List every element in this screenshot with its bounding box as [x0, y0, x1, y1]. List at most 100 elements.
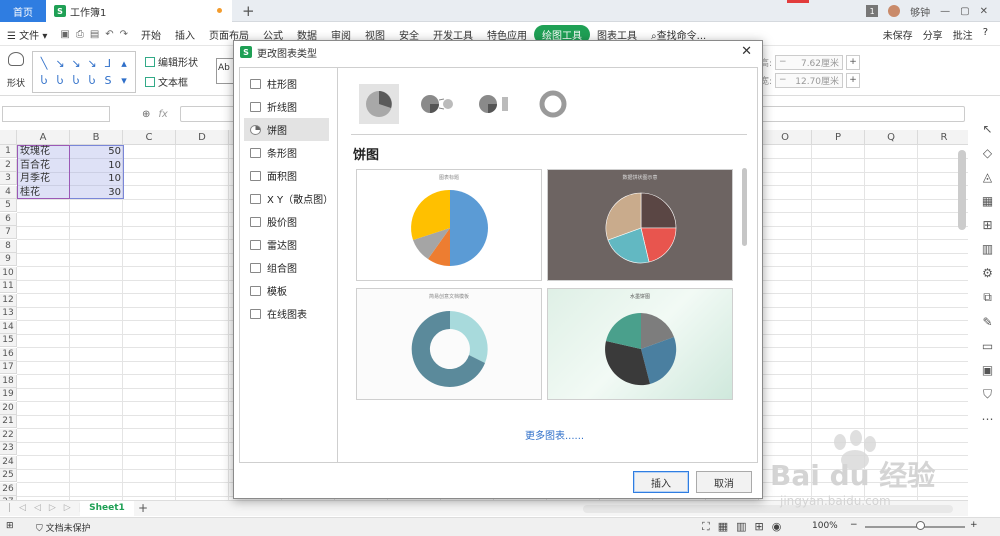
line-shape-icon[interactable]: ↘	[84, 55, 100, 72]
column-header[interactable]: A	[17, 130, 70, 145]
row-header[interactable]: 9	[0, 253, 17, 266]
pie-template-dark[interactable]: 数据饼状图示意	[547, 169, 733, 281]
unsaved-status[interactable]: 未保存	[883, 27, 913, 42]
chart-category-item[interactable]: 雷达图	[240, 233, 337, 256]
column-header[interactable]: P	[812, 130, 865, 145]
subtype-bar-of-pie[interactable]	[475, 84, 515, 124]
row-header[interactable]: 6	[0, 212, 17, 226]
cell-name[interactable]: 桂花	[18, 186, 70, 199]
edit-icon[interactable]: ✎	[982, 315, 992, 329]
zoom-in-button[interactable]: +	[970, 520, 978, 530]
row-header[interactable]: 16	[0, 347, 17, 361]
row-header[interactable]: 22	[0, 428, 17, 442]
line-shape-icon[interactable]: S	[100, 72, 116, 89]
chart-category-item[interactable]: 面积图	[240, 164, 337, 187]
user-name[interactable]: 够钟	[910, 4, 930, 19]
row-header[interactable]: 21	[0, 415, 17, 428]
line-shape-icon[interactable]: ▾	[116, 72, 132, 89]
hamburger-icon[interactable]: ☰ 文件 ▾	[0, 27, 54, 42]
width-plus-button[interactable]: +	[846, 72, 861, 88]
chart-category-item[interactable]: 组合图	[240, 256, 337, 279]
menu-start[interactable]: 开始	[134, 27, 168, 42]
cell-name[interactable]: 百合花	[18, 159, 70, 172]
preview-scrollbar[interactable]	[742, 168, 747, 246]
zoom-formula-icon[interactable]: ⊕	[142, 109, 150, 120]
normal-view-icon[interactable]: ▦	[718, 520, 728, 534]
edit-shape-button[interactable]: 编辑形状	[145, 54, 198, 69]
share-button[interactable]: 分享	[923, 27, 943, 42]
pie-template-basic[interactable]: 图表标题	[356, 169, 542, 281]
subtype-doughnut[interactable]	[533, 84, 573, 124]
row-header[interactable]: 20	[0, 401, 17, 415]
row-header[interactable]: 18	[0, 374, 17, 388]
more-icon[interactable]: ⋯	[982, 412, 994, 426]
preview-icon[interactable]: ▤	[90, 29, 99, 40]
table-panel-icon[interactable]: ▦	[982, 194, 993, 208]
copy-icon[interactable]: ⧉	[983, 290, 992, 305]
fullscreen-icon[interactable]: ⛶	[702, 520, 710, 534]
grid-panel-icon[interactable]: ⊞	[982, 218, 992, 232]
insert-button[interactable]: 插入	[633, 471, 689, 493]
chart-category-item[interactable]: 折线图	[240, 95, 337, 118]
row-header[interactable]: 3	[0, 172, 17, 185]
select-all-corner[interactable]	[0, 130, 17, 145]
shape-panel-icon[interactable]: ◇	[983, 146, 992, 160]
chart-category-item[interactable]: 在线图表	[240, 302, 337, 325]
row-header[interactable]: 5	[0, 199, 17, 212]
chart-category-item[interactable]: 柱形图	[240, 72, 337, 95]
row-header[interactable]: 25	[0, 469, 17, 482]
sheet-tab[interactable]: Sheet1	[80, 501, 134, 517]
vertical-scrollbar[interactable]	[958, 150, 966, 230]
width-value[interactable]: 12.70厘米	[795, 74, 839, 87]
zoom-out-button[interactable]: −	[850, 520, 858, 530]
doughnut-template[interactable]: 简易创意文档模板	[356, 288, 542, 400]
image-icon[interactable]: ▣	[982, 363, 993, 377]
shield-panel-icon[interactable]: ⛉	[983, 387, 992, 402]
subtype-pie[interactable]	[359, 84, 399, 124]
minus-icon[interactable]: −	[779, 57, 787, 67]
cancel-button[interactable]: 取消	[696, 471, 752, 493]
row-header[interactable]: 26	[0, 482, 17, 496]
file-menu[interactable]: 文件	[19, 31, 39, 42]
ink-pie-template[interactable]: 水墨饼图	[547, 288, 733, 400]
home-tab[interactable]: 首页	[0, 0, 46, 22]
settings-icon[interactable]: ⚙	[982, 266, 993, 280]
cell-name[interactable]: 月季花	[18, 172, 70, 185]
chart-category-item[interactable]: 条形图	[240, 141, 337, 164]
row-header[interactable]: 2	[0, 158, 17, 172]
width-spinner[interactable]: 宽: −12.70厘米 +	[760, 72, 861, 88]
row-header[interactable]: 23	[0, 442, 17, 455]
cell-value[interactable]: 10	[71, 159, 123, 172]
row-header[interactable]: 1	[0, 145, 17, 158]
menu-insert[interactable]: 插入	[168, 27, 202, 42]
column-header[interactable]: D	[176, 130, 229, 145]
line-shape-icon[interactable]: ↘	[52, 55, 68, 72]
workbook-tab[interactable]: S 工作簿1	[46, 0, 232, 22]
cursor-icon[interactable]: ↖	[982, 122, 992, 136]
column-header[interactable]: R	[918, 130, 968, 145]
row-header[interactable]: 12	[0, 293, 17, 307]
avatar[interactable]	[888, 5, 901, 17]
line-shape-icon[interactable]: Ⴑ	[84, 72, 100, 89]
add-sheet-button[interactable]: +	[138, 501, 148, 515]
help-icon[interactable]: ?	[983, 27, 988, 42]
zoom-level[interactable]: 100%	[812, 521, 838, 531]
row-header[interactable]: 14	[0, 320, 17, 334]
row-header[interactable]: 19	[0, 388, 17, 401]
cell-value[interactable]: 30	[71, 186, 123, 199]
redo-icon[interactable]: ↷	[120, 29, 128, 40]
sheet-nav-arrows[interactable]: |◁◁▷▷|	[8, 503, 90, 513]
row-header[interactable]: 24	[0, 455, 17, 469]
line-shape-icon[interactable]: ╲	[36, 55, 52, 72]
subtype-pie-of-pie[interactable]	[417, 84, 457, 124]
row-header[interactable]: 7	[0, 226, 17, 239]
comment-button[interactable]: 批注	[953, 27, 973, 42]
column-header[interactable]: Q	[865, 130, 918, 145]
chart-category-item[interactable]: 模板	[240, 279, 337, 302]
dialog-title-bar[interactable]: S 更改图表类型	[234, 41, 762, 63]
row-header[interactable]: 4	[0, 185, 17, 199]
chart-category-item[interactable]: 股价图	[240, 210, 337, 233]
zoom-slider[interactable]	[865, 526, 965, 528]
more-charts-link[interactable]: 更多图表......	[525, 427, 584, 442]
row-header[interactable]: 10	[0, 266, 17, 280]
